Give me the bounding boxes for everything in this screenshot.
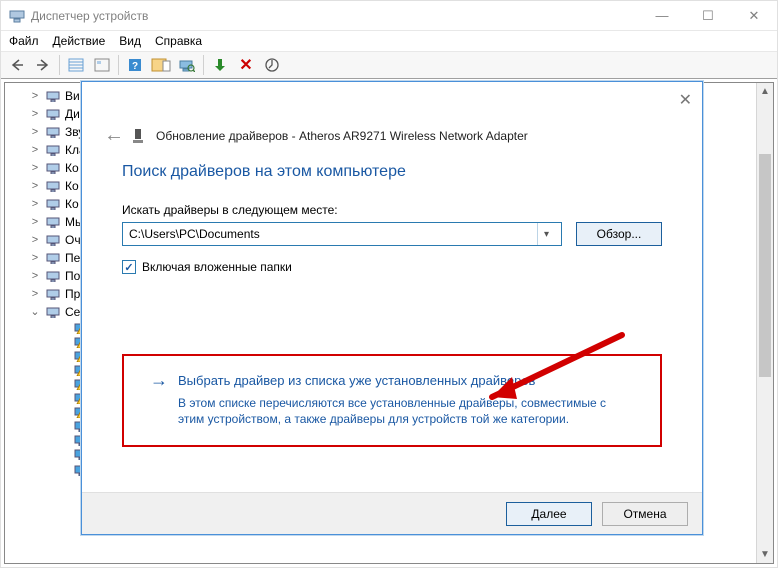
menu-file[interactable]: Файл	[9, 34, 39, 48]
expand-icon[interactable]: >	[29, 231, 41, 249]
action-icon[interactable]	[149, 54, 173, 76]
category-icon	[45, 233, 61, 247]
tree-node-label: Пе	[65, 249, 80, 267]
location-label: Искать драйверы в следующем месте:	[122, 203, 662, 217]
vertical-scrollbar[interactable]: ▲ ▼	[756, 83, 773, 563]
properties-icon[interactable]	[90, 54, 114, 76]
device-icon	[132, 128, 146, 144]
expand-icon[interactable]: >	[29, 123, 41, 141]
dialog-back-icon[interactable]: ←	[104, 124, 122, 147]
expand-icon[interactable]: >	[29, 87, 41, 105]
forward-icon[interactable]	[31, 54, 55, 76]
menubar: Файл Действие Вид Справка	[1, 31, 777, 51]
expand-icon[interactable]: >	[29, 249, 41, 267]
expand-icon[interactable]: ⌄	[29, 303, 41, 321]
category-icon	[45, 305, 61, 319]
scan-icon[interactable]	[175, 54, 199, 76]
expand-icon[interactable]: >	[29, 213, 41, 231]
titlebar: Диспетчер устройств — ☐ ✕	[1, 1, 777, 31]
category-icon	[45, 143, 61, 157]
category-icon	[45, 107, 61, 121]
category-icon	[45, 161, 61, 175]
expand-icon[interactable]: >	[29, 267, 41, 285]
expand-icon[interactable]: >	[29, 195, 41, 213]
include-subfolders-label: Включая вложенные папки	[142, 260, 292, 274]
driver-path-combo[interactable]: C:\Users\PC\Documents ▾	[122, 222, 562, 246]
tree-node-label: По	[65, 267, 80, 285]
expand-icon[interactable]: >	[29, 141, 41, 159]
app-icon	[9, 8, 25, 24]
combo-caret-icon[interactable]: ▾	[537, 223, 555, 245]
expand-icon[interactable]: >	[29, 105, 41, 123]
category-icon	[45, 197, 61, 211]
dialog-header: Обновление драйверов - Atheros AR9271 Wi…	[156, 129, 528, 143]
back-icon[interactable]	[5, 54, 29, 76]
scroll-down-icon[interactable]: ▼	[757, 546, 773, 563]
help-icon[interactable]: ?	[123, 54, 147, 76]
tree-node-label: Ди	[65, 105, 80, 123]
dialog-title: Поиск драйверов на этом компьютере	[82, 147, 702, 189]
browse-button[interactable]: Обзор...	[576, 222, 662, 246]
disable-icon[interactable]: ✕	[234, 54, 258, 76]
tree-node-label: Ко	[65, 159, 79, 177]
dialog-close-icon[interactable]: ✕	[679, 90, 692, 110]
menu-action[interactable]: Действие	[53, 34, 106, 48]
tree-node-label: Ко	[65, 195, 79, 213]
option-title: Выбрать драйвер из списка уже установлен…	[178, 373, 535, 388]
minimize-button[interactable]: —	[639, 1, 685, 30]
category-icon	[45, 269, 61, 283]
tree-node-label: Ко	[65, 177, 79, 195]
menu-help[interactable]: Справка	[155, 34, 202, 48]
tree-node-label: Ви	[65, 87, 80, 105]
next-button[interactable]: Далее	[506, 502, 592, 526]
category-icon	[45, 125, 61, 139]
option-arrow-icon: →	[150, 370, 168, 391]
option-desc: В этом списке перечисляются все установл…	[178, 395, 634, 427]
cancel-button[interactable]: Отмена	[602, 502, 688, 526]
category-icon	[45, 287, 61, 301]
tree-node-label: Оч	[65, 231, 81, 249]
toolbar: ? ✕	[1, 51, 777, 79]
category-icon	[45, 179, 61, 193]
include-subfolders-checkbox[interactable]: ✓	[122, 260, 136, 274]
driver-path-value: C:\Users\PC\Documents	[129, 227, 260, 241]
window-title: Диспетчер устройств	[31, 9, 639, 23]
close-button[interactable]: ✕	[731, 1, 777, 30]
menu-view[interactable]: Вид	[119, 34, 141, 48]
expand-icon[interactable]: >	[29, 177, 41, 195]
enable-icon[interactable]	[208, 54, 232, 76]
scroll-thumb[interactable]	[759, 154, 771, 377]
category-icon	[45, 89, 61, 103]
tree-node-label: Пр	[65, 285, 80, 303]
update-driver-icon[interactable]	[260, 54, 284, 76]
expand-icon[interactable]: >	[29, 159, 41, 177]
update-driver-dialog: ✕ ← Обновление драйверов - Atheros AR927…	[81, 81, 703, 535]
show-hidden-icon[interactable]	[64, 54, 88, 76]
maximize-button[interactable]: ☐	[685, 1, 731, 30]
scroll-up-icon[interactable]: ▲	[757, 83, 773, 100]
select-from-list-option[interactable]: → Выбрать драйвер из списка уже установл…	[122, 354, 662, 447]
expand-icon[interactable]: >	[29, 285, 41, 303]
category-icon	[45, 251, 61, 265]
category-icon	[45, 215, 61, 229]
svg-text:?: ?	[132, 61, 138, 72]
